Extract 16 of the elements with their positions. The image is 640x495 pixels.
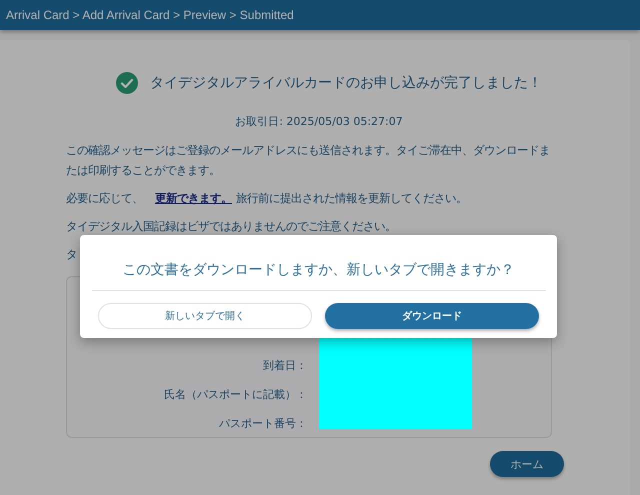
download-button[interactable]: ダウンロード xyxy=(325,303,539,329)
dialog-question: この文書をダウンロードしますか、新しいタブで開きますか？ xyxy=(122,261,514,280)
open-tab-button[interactable]: 新しいタブで開く xyxy=(98,303,312,329)
field-label: 到着日： xyxy=(262,358,307,374)
update-link[interactable]: 更新できます。 xyxy=(155,191,232,205)
transaction-date: お取引日: 2025/05/03 05:27:07 xyxy=(235,114,403,129)
field-label: 氏名（パスポートに記載）： xyxy=(163,387,307,403)
field-label: パスポート番号： xyxy=(218,416,307,432)
success-message: タイデジタルアライバルカードのお申し込みが完了しました！ xyxy=(150,74,542,92)
home-button[interactable]: ホーム xyxy=(490,451,564,477)
breadcrumb: Arrival Card > Add Arrival Card > Preview > Submitted xyxy=(6,8,294,22)
info-paragraph: タイデジタル入国記録はビザではありませんのでご注意ください。 xyxy=(66,218,396,235)
info-paragraph: タ xyxy=(66,246,77,263)
check-icon xyxy=(116,72,138,94)
info-paragraph: この確認メッセージはご登録のメールアドレスにも送信されます。タイご滞在中、ダウンロードまたは印刷することができます。 xyxy=(66,142,551,179)
update-note: 必要に応じて、 更新できます。 旅行前に提出された情報を更新してください。 xyxy=(66,190,467,207)
